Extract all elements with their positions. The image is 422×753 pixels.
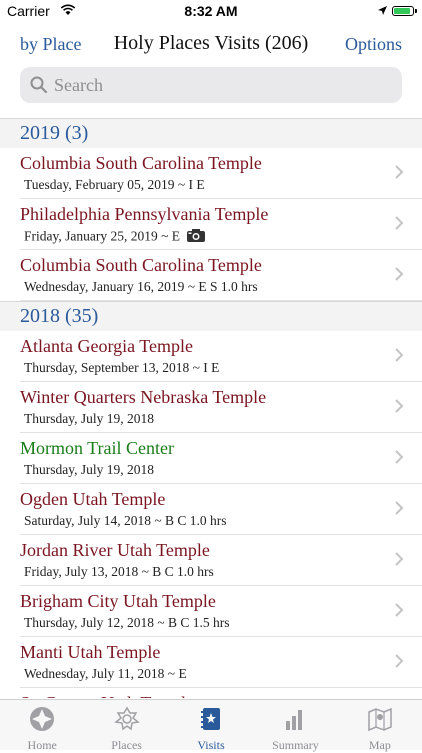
visit-place-name: Brigham City Utah Temple <box>20 591 216 611</box>
visit-row[interactable]: Mormon Trail Center Thursday, July 19, 20… <box>20 433 422 484</box>
section-header: 2019 (3) <box>0 118 422 148</box>
visit-row[interactable]: Columbia South Carolina Temple Tuesday, F… <box>20 148 422 199</box>
tab-places[interactable]: Places <box>84 700 168 752</box>
visit-row[interactable]: St. George Utah Temple <box>20 688 422 698</box>
visit-date: Tuesday, February 05, 2019 ~ I E <box>24 177 205 192</box>
visit-place-name: Columbia South Carolina Temple <box>20 255 262 275</box>
clock: 8:32 AM <box>184 3 238 19</box>
tab-map[interactable]: Map <box>338 700 422 752</box>
visit-date: Saturday, July 14, 2018 ~ B C 1.0 hrs <box>24 513 227 528</box>
visit-place-name: St. George Utah Temple <box>20 693 194 698</box>
visit-row[interactable]: Jordan River Utah Temple Friday, July 13,… <box>20 535 422 586</box>
visit-place-name: Philadelphia Pennsylvania Temple <box>20 204 269 224</box>
visit-place-name: Jordan River Utah Temple <box>20 540 210 560</box>
tab-summary[interactable]: Summary <box>253 700 337 752</box>
visit-date: Thursday, July 12, 2018 ~ B C 1.5 hrs <box>24 615 230 630</box>
chevron-right-icon <box>394 266 404 282</box>
visit-row[interactable]: Ogden Utah Temple Saturday, July 14, 2018… <box>20 484 422 535</box>
location-icon <box>377 3 388 19</box>
tab-visits[interactable]: Visits <box>169 700 253 752</box>
search-placeholder: Search <box>54 74 103 95</box>
visit-place-name: Manti Utah Temple <box>20 642 161 662</box>
visit-row[interactable]: Atlanta Georgia Temple Thursday, Septembe… <box>20 331 422 382</box>
chevron-right-icon <box>394 653 404 669</box>
places-icon <box>113 705 141 737</box>
camera-icon <box>186 228 206 247</box>
visit-details: Thursday, July 12, 2018 ~ B C 1.5 hrs <box>24 615 230 631</box>
visits-list[interactable]: 2019 (3) Columbia South Carolina Temple Tu… <box>0 118 422 698</box>
visit-date: Wednesday, July 11, 2018 ~ E <box>24 666 187 681</box>
visits-icon <box>197 705 225 737</box>
section-header: 2018 (35) <box>0 301 422 331</box>
visit-date: Thursday, July 19, 2018 <box>24 462 154 477</box>
chevron-right-icon <box>394 449 404 465</box>
visit-details: Tuesday, February 05, 2019 ~ I E <box>24 177 205 193</box>
navigation-bar: by Place Holy Places Visits (206) Option… <box>0 30 422 62</box>
tab-label: Home <box>27 738 57 752</box>
chevron-right-icon <box>394 551 404 567</box>
visit-place-name: Mormon Trail Center <box>20 438 175 458</box>
chevron-right-icon <box>394 398 404 414</box>
visit-details: Thursday, July 19, 2018 <box>24 411 154 427</box>
status-bar: Carrier 8:32 AM <box>0 0 422 24</box>
visit-details: Thursday, July 19, 2018 <box>24 462 154 478</box>
visit-details: Thursday, September 13, 2018 ~ I E <box>24 360 219 376</box>
tab-home[interactable]: Home <box>0 700 84 752</box>
summary-icon <box>281 705 309 737</box>
visit-date: Thursday, September 13, 2018 ~ I E <box>24 360 220 375</box>
visit-row[interactable]: Manti Utah Temple Wednesday, July 11, 201… <box>20 637 422 688</box>
visit-details: Friday, January 25, 2019 ~ E <box>24 228 206 247</box>
chevron-right-icon <box>394 164 404 180</box>
chevron-right-icon <box>394 602 404 618</box>
visit-row[interactable]: Winter Quarters Nebraska Temple Thursday,… <box>20 382 422 433</box>
chevron-right-icon <box>394 500 404 516</box>
search-icon <box>30 76 48 94</box>
visit-date: Wednesday, January 16, 2019 ~ E S 1.0 hr… <box>24 279 258 294</box>
chevron-right-icon <box>394 215 404 231</box>
visit-details: Wednesday, July 11, 2018 ~ E <box>24 666 187 682</box>
visit-details: Friday, July 13, 2018 ~ B C 1.0 hrs <box>24 564 214 580</box>
visit-date: Thursday, July 19, 2018 <box>24 411 154 426</box>
visit-place-name: Columbia South Carolina Temple <box>20 153 262 173</box>
visit-place-name: Winter Quarters Nebraska Temple <box>20 387 267 407</box>
search-input[interactable]: Search <box>20 67 402 103</box>
visit-details: Saturday, July 14, 2018 ~ B C 1.0 hrs <box>24 513 227 529</box>
visit-date: Friday, July 13, 2018 ~ B C 1.0 hrs <box>24 564 214 579</box>
visit-row[interactable]: Columbia South Carolina Temple Wednesday,… <box>20 250 422 301</box>
tab-label: Visits <box>197 738 225 752</box>
tab-label: Summary <box>272 738 319 752</box>
tab-label: Places <box>111 738 142 752</box>
tab-label: Map <box>368 738 391 752</box>
visit-date: Friday, January 25, 2019 ~ E <box>24 228 181 244</box>
visit-details: Wednesday, January 16, 2019 ~ E S 1.0 hr… <box>24 279 258 295</box>
home-icon <box>28 705 56 737</box>
map-icon <box>366 705 394 737</box>
tab-bar: Home Places Visits Summary Map <box>0 699 422 752</box>
visit-place-name: Ogden Utah Temple <box>20 489 166 509</box>
chevron-right-icon <box>394 347 404 363</box>
visit-row[interactable]: Brigham City Utah Temple Thursday, July 1… <box>20 586 422 637</box>
visit-place-name: Atlanta Georgia Temple <box>20 336 194 356</box>
battery-icon <box>392 6 417 16</box>
visit-row[interactable]: Philadelphia Pennsylvania Temple Friday, … <box>20 199 422 250</box>
options-button[interactable]: Options <box>345 34 402 55</box>
